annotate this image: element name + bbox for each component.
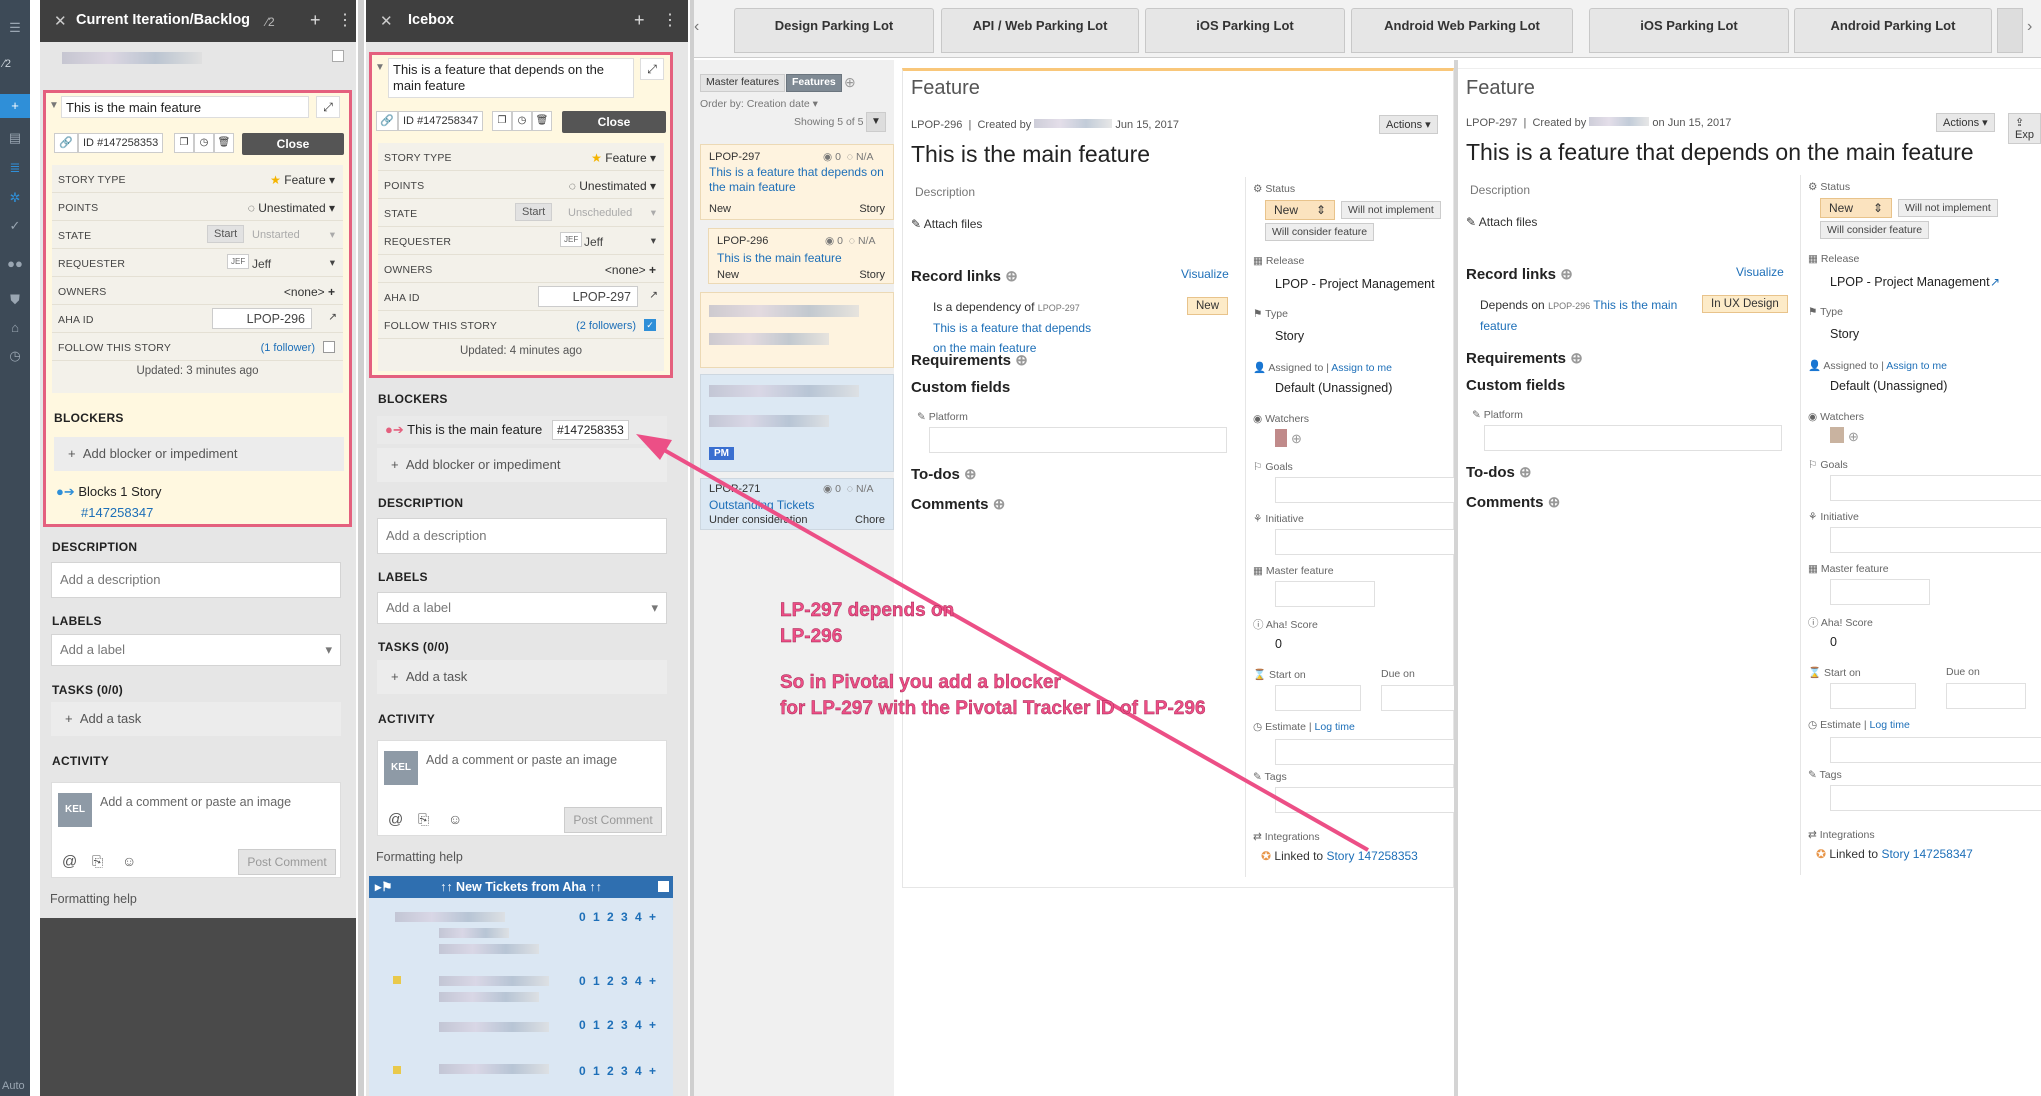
annotation-arrow (636, 434, 1369, 852)
annotation-text: LP-297 depends on LP-296 So in Pivotal y… (780, 600, 1206, 719)
